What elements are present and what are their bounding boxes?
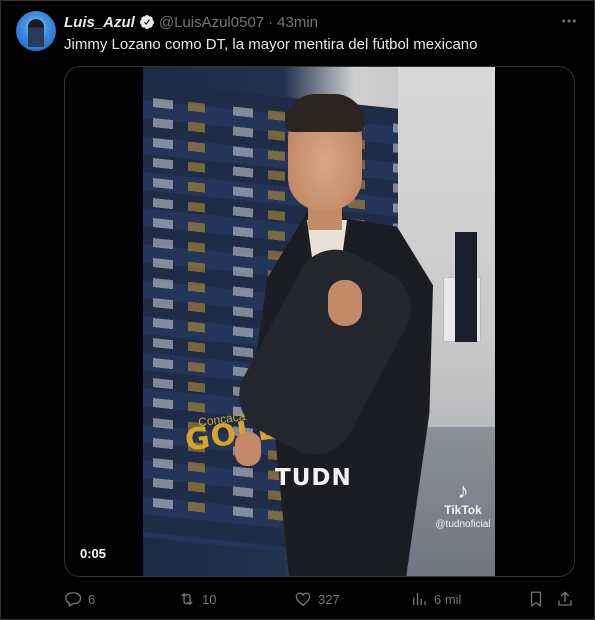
reply-count: 6 <box>88 591 96 607</box>
hair <box>285 94 365 132</box>
person-in-suit <box>225 92 453 576</box>
more-options-icon[interactable] <box>558 11 580 31</box>
reply-button[interactable]: 6 <box>64 589 95 609</box>
display-name[interactable]: Luis_Azul <box>64 14 135 31</box>
tudn-watermark: TUDN <box>275 465 352 491</box>
reply-icon <box>65 592 82 607</box>
retweet-count: 10 <box>202 591 217 607</box>
bookmark-icon <box>530 591 542 608</box>
like-button[interactable]: 327 <box>294 589 340 609</box>
share-button[interactable] <box>556 589 580 609</box>
hand-left <box>235 432 261 466</box>
tiktok-icon: ♪ <box>457 478 469 503</box>
video-player[interactable]: Concacaf GOLD TUDN ♪ TikTok @tudnoficial… <box>64 66 575 577</box>
views-button[interactable]: 6 mil <box>410 589 461 609</box>
retweet-icon <box>181 592 193 606</box>
action-bar: 6 10 327 6 mil <box>64 589 584 609</box>
tweet-header: Luis_Azul @LuisAzul0507 · 43min <box>64 12 318 32</box>
timestamp[interactable]: 43min <box>277 14 318 31</box>
tweet-text: Jimmy Lozano como DT, la mayor mentira d… <box>64 36 478 53</box>
avatar-figure <box>28 19 44 47</box>
tiktok-label: TikTok <box>444 503 482 517</box>
avatar[interactable] <box>16 11 56 51</box>
retweet-button[interactable]: 10 <box>178 589 216 609</box>
bookmark-button[interactable] <box>527 589 551 609</box>
hand <box>328 280 362 326</box>
heart-icon <box>295 592 311 606</box>
verified-badge-icon <box>139 15 154 29</box>
background-banner <box>455 232 477 342</box>
tiktok-handle: @tudnoficial <box>435 519 491 530</box>
views-count: 6 mil <box>434 591 462 607</box>
header-separator: · <box>268 13 274 31</box>
user-handle[interactable]: @LuisAzul0507 <box>159 14 264 31</box>
views-chart-icon <box>413 593 426 605</box>
video-frame[interactable]: Concacaf GOLD TUDN ♪ TikTok @tudnoficial <box>143 67 495 576</box>
video-duration: 0:05 <box>80 546 107 561</box>
like-count: 327 <box>318 591 340 607</box>
tiktok-watermark: ♪ TikTok @tudnoficial <box>428 478 495 531</box>
tweet-card[interactable]: Luis_Azul @LuisAzul0507 · 43min Jimmy Lo… <box>0 0 595 620</box>
share-icon <box>558 591 572 606</box>
